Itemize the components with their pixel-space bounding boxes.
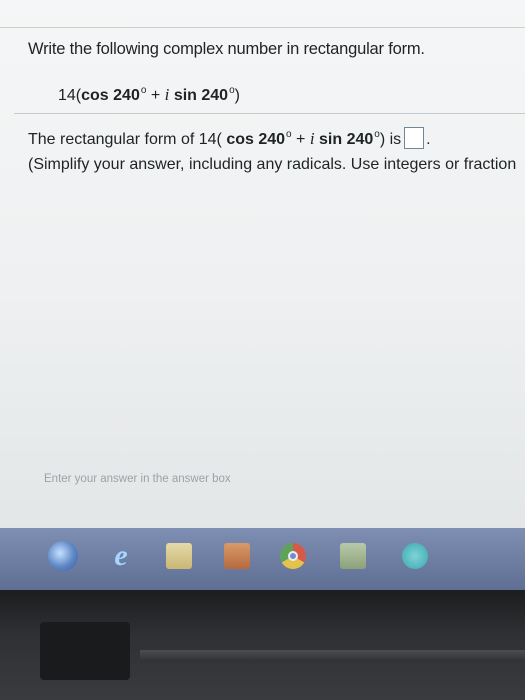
internet-explorer-icon[interactable]: e: [108, 541, 134, 571]
answer-hint: (Simplify your answer, including any rad…: [28, 156, 517, 173]
section-divider: [14, 113, 525, 114]
status-message: Enter your answer in the answer box: [44, 473, 231, 485]
windows-taskbar: e: [0, 528, 525, 590]
answer-period: .: [426, 131, 431, 148]
expr-close-paren: ): [234, 87, 240, 104]
file-explorer-icon[interactable]: [166, 543, 192, 569]
answer-cos: cos 240: [221, 131, 286, 148]
expr-sin: sin 240: [169, 87, 229, 104]
app-icon[interactable]: [402, 543, 428, 569]
answer-input-box[interactable]: [404, 127, 425, 149]
expr-cos: cos 240: [81, 87, 140, 104]
answer-prefix: The rectangular form of 14(: [28, 131, 222, 148]
windows-start-icon[interactable]: [48, 541, 78, 571]
chrome-icon[interactable]: [280, 543, 306, 569]
browser-screen: Write the following complex number in re…: [0, 0, 525, 532]
answer-plus: +: [291, 131, 310, 148]
question-expression: 14(cos 240o + i sin 240o): [58, 85, 240, 105]
media-player-icon[interactable]: [224, 543, 250, 569]
answer-prompt: The rectangular form of 14( cos 240o + i…: [28, 127, 431, 149]
expr-modulus: 14: [58, 87, 76, 104]
question-title: Write the following complex number in re…: [28, 40, 425, 58]
top-divider: [0, 27, 525, 28]
answer-close: ) is: [379, 131, 402, 148]
calculator-icon[interactable]: [340, 543, 366, 569]
laptop-hinge-rail: [140, 650, 525, 662]
expr-plus: +: [146, 87, 165, 104]
answer-sin: sin 240: [314, 131, 374, 148]
laptop-hinge-slot: [40, 622, 130, 680]
